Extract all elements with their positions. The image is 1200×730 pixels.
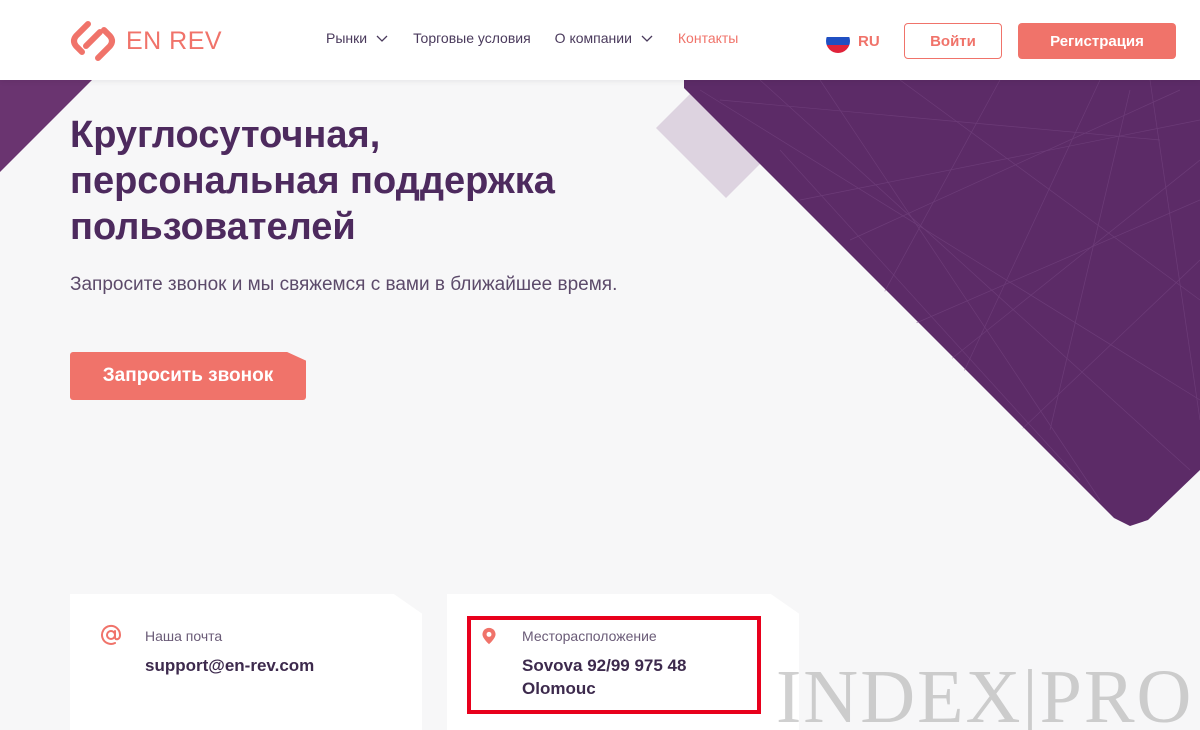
nav-item-markets[interactable]: Рынки [326,30,389,46]
location-highlight-box [467,616,761,714]
nav-item-about[interactable]: О компании [555,30,654,46]
nav-item-contacts[interactable]: Контакты [678,30,738,46]
language-selector[interactable]: RU [826,29,880,53]
hero-title: Круглосуточная, персональная поддержка п… [70,114,555,248]
language-code: RU [858,32,880,50]
hero-subtitle: Запросите звонок и мы свяжемся с вами в … [70,274,618,295]
logo[interactable]: EN REV [68,16,222,66]
main-nav: Рынки Торговые условия О компании Контак… [326,30,762,46]
chevron-down-icon [376,35,388,42]
nav-item-label: О компании [554,30,632,46]
nav-item-label: Торговые условия [413,30,531,46]
watermark: INDEX|PRO [776,655,1194,730]
nav-item-trading-conditions[interactable]: Торговые условия [413,30,531,46]
request-call-button[interactable]: Запросить звонок [70,352,306,400]
email-value[interactable]: support@en-rev.com [145,654,314,677]
email-card: Наша почта support@en-rev.com [70,594,422,730]
email-label: Наша почта [145,628,223,644]
logo-text: EN REV [126,26,223,55]
nav-item-label: Рынки [326,30,368,46]
top-header: EN REV Рынки Торговые условия О компании… [0,0,1200,80]
login-button[interactable]: Войти [904,23,1002,59]
russia-flag-icon [826,29,850,53]
register-button[interactable]: Регистрация [1018,23,1176,59]
at-icon [101,624,122,645]
chevron-down-icon [641,35,653,42]
nav-item-label: Контакты [677,30,739,46]
logo-icon [71,21,115,61]
